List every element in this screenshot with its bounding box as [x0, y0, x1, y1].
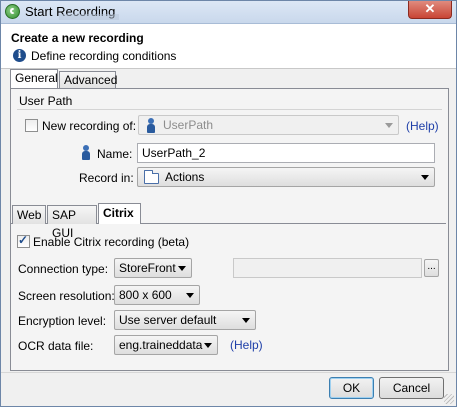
connection-type-value: StoreFront	[119, 261, 176, 275]
encryption-level-value: Use server default	[119, 313, 217, 327]
info-icon: i	[13, 49, 26, 62]
resize-grip[interactable]	[444, 394, 454, 404]
start-recording-dialog: Start Recording ✕ Create a new recording…	[0, 0, 457, 407]
record-in-select[interactable]: Actions	[137, 167, 435, 187]
folder-icon	[144, 170, 159, 184]
help-link[interactable]: (Help)	[406, 119, 439, 133]
tab-web[interactable]: Web	[12, 205, 46, 224]
chevron-down-icon	[178, 266, 186, 271]
encryption-level-select[interactable]: Use server default	[114, 310, 256, 330]
encryption-level-label: Encryption level:	[18, 314, 107, 328]
new-recording-checkbox[interactable]	[25, 119, 38, 132]
name-input[interactable]: UserPath_2	[137, 143, 435, 163]
footer-divider	[1, 372, 456, 373]
tab-citrix[interactable]: Citrix	[98, 203, 141, 224]
tab-general[interactable]: General	[10, 69, 58, 88]
ocr-data-file-label: OCR data file:	[18, 339, 94, 353]
screen-resolution-select[interactable]: 800 x 600	[114, 285, 200, 305]
browse-button[interactable]: ...	[424, 259, 439, 277]
connection-path-input[interactable]	[233, 258, 422, 278]
app-logo-icon	[5, 4, 20, 19]
ocr-data-file-select[interactable]: eng.traineddata	[114, 335, 218, 355]
record-in-value: Actions	[165, 170, 205, 184]
tab-sap-gui[interactable]: SAP GUI	[47, 205, 97, 240]
ok-button[interactable]: OK	[329, 377, 374, 399]
enable-citrix-checkbox[interactable]	[17, 233, 30, 248]
ocr-data-file-value: eng.traineddata	[119, 338, 203, 352]
ocr-help-link[interactable]: (Help)	[230, 338, 263, 352]
screen-resolution-value: 800 x 600	[119, 288, 172, 302]
chevron-down-icon	[204, 343, 212, 348]
connection-type-label: Connection type:	[18, 262, 109, 276]
chevron-down-icon	[186, 293, 194, 298]
header-title: Create a new recording	[11, 31, 144, 45]
user-path-group-label: User Path	[19, 94, 73, 108]
connection-type-select[interactable]: StoreFront	[114, 258, 192, 278]
new-recording-label: New recording of:	[42, 119, 137, 133]
title-bar[interactable]: Start Recording ✕	[1, 1, 456, 24]
group-divider	[17, 109, 442, 110]
close-button[interactable]: ✕	[408, 1, 452, 19]
background-artifact	[59, 14, 119, 20]
user-path-select[interactable]: UserPath	[138, 115, 399, 135]
user-icon	[82, 145, 90, 161]
enable-citrix-label: Enable Citrix recording (beta)	[33, 235, 190, 249]
chevron-down-icon	[421, 175, 429, 180]
name-label: Name:	[97, 147, 133, 161]
dialog-header: Create a new recording i Define recordin…	[1, 24, 456, 69]
screen-resolution-label: Screen resolution:	[18, 289, 115, 303]
tab-advanced[interactable]: Advanced	[59, 71, 117, 88]
chevron-down-icon	[385, 123, 393, 128]
record-in-label: Record in:	[79, 171, 134, 185]
user-path-icon	[147, 118, 155, 134]
header-subtitle: Define recording conditions	[31, 49, 177, 63]
cancel-button[interactable]: Cancel	[379, 377, 444, 399]
chevron-down-icon	[242, 318, 250, 323]
user-path-select-value: UserPath	[163, 118, 214, 132]
